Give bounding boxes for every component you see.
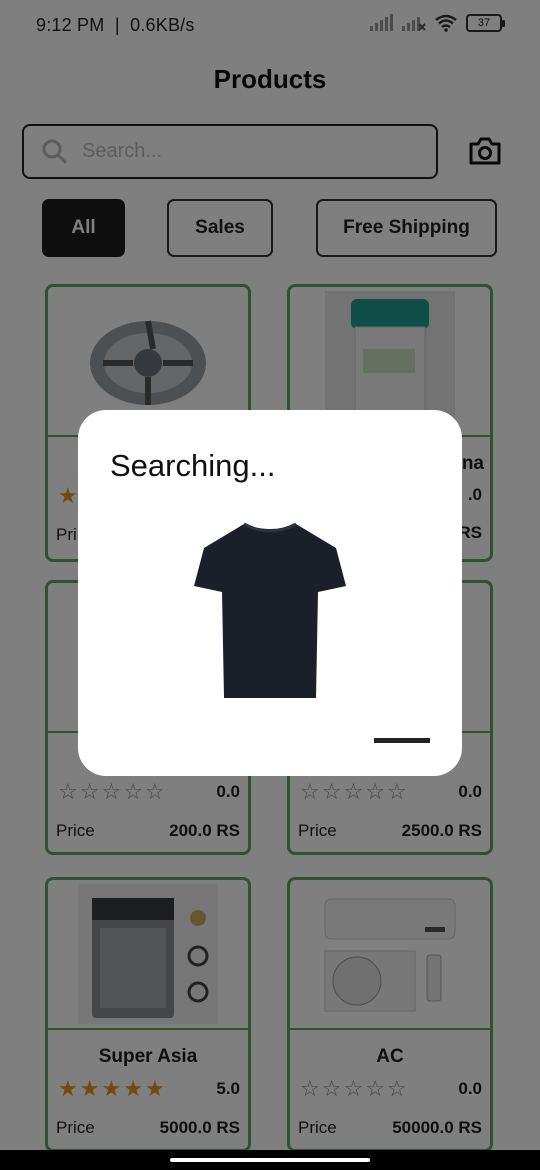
progress-indicator bbox=[374, 738, 430, 743]
searching-dialog: Searching... bbox=[78, 410, 462, 776]
home-indicator[interactable] bbox=[170, 1158, 370, 1162]
system-nav-bar bbox=[0, 1150, 540, 1170]
tshirt-image bbox=[194, 522, 346, 698]
dialog-title: Searching... bbox=[110, 448, 276, 483]
